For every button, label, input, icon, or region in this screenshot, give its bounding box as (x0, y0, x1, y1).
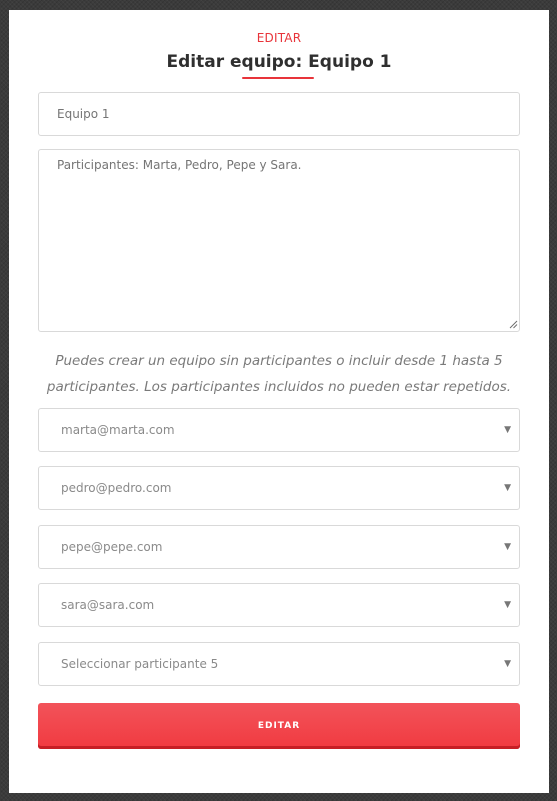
team-name-input[interactable] (38, 92, 520, 136)
section-eyebrow: EDITAR (256, 31, 302, 45)
submit-edit-button[interactable]: EDITAR (38, 703, 520, 749)
participants-textarea[interactable] (38, 149, 520, 332)
chevron-down-icon: ▼ (504, 425, 511, 435)
edit-team-card: EDITAR Editar equipo: Equipo 1 Puedes cr… (9, 10, 549, 793)
select-value: pepe@pepe.com (61, 540, 163, 554)
select-value: marta@marta.com (61, 423, 175, 437)
page-title: Editar equipo: Equipo 1 (166, 52, 392, 72)
resize-grip-icon[interactable] (508, 319, 518, 329)
participant-select-1[interactable]: marta@marta.com ▼ (38, 408, 520, 452)
help-text: Puedes crear un equipo sin participantes… (46, 353, 512, 395)
participant-select-4[interactable]: sara@sara.com ▼ (38, 583, 520, 627)
select-value: Seleccionar participante 5 (61, 657, 219, 671)
participant-select-5[interactable]: Seleccionar participante 5 ▼ (38, 642, 520, 686)
chevron-down-icon: ▼ (504, 483, 511, 493)
participant-select-3[interactable]: pepe@pepe.com ▼ (38, 525, 520, 569)
select-value: sara@sara.com (61, 598, 155, 612)
chevron-down-icon: ▼ (504, 542, 511, 552)
title-underline (242, 77, 314, 79)
chevron-down-icon: ▼ (504, 600, 511, 610)
chevron-down-icon: ▼ (504, 659, 511, 669)
participant-select-2[interactable]: pedro@pedro.com ▼ (38, 466, 520, 510)
select-value: pedro@pedro.com (61, 481, 172, 495)
